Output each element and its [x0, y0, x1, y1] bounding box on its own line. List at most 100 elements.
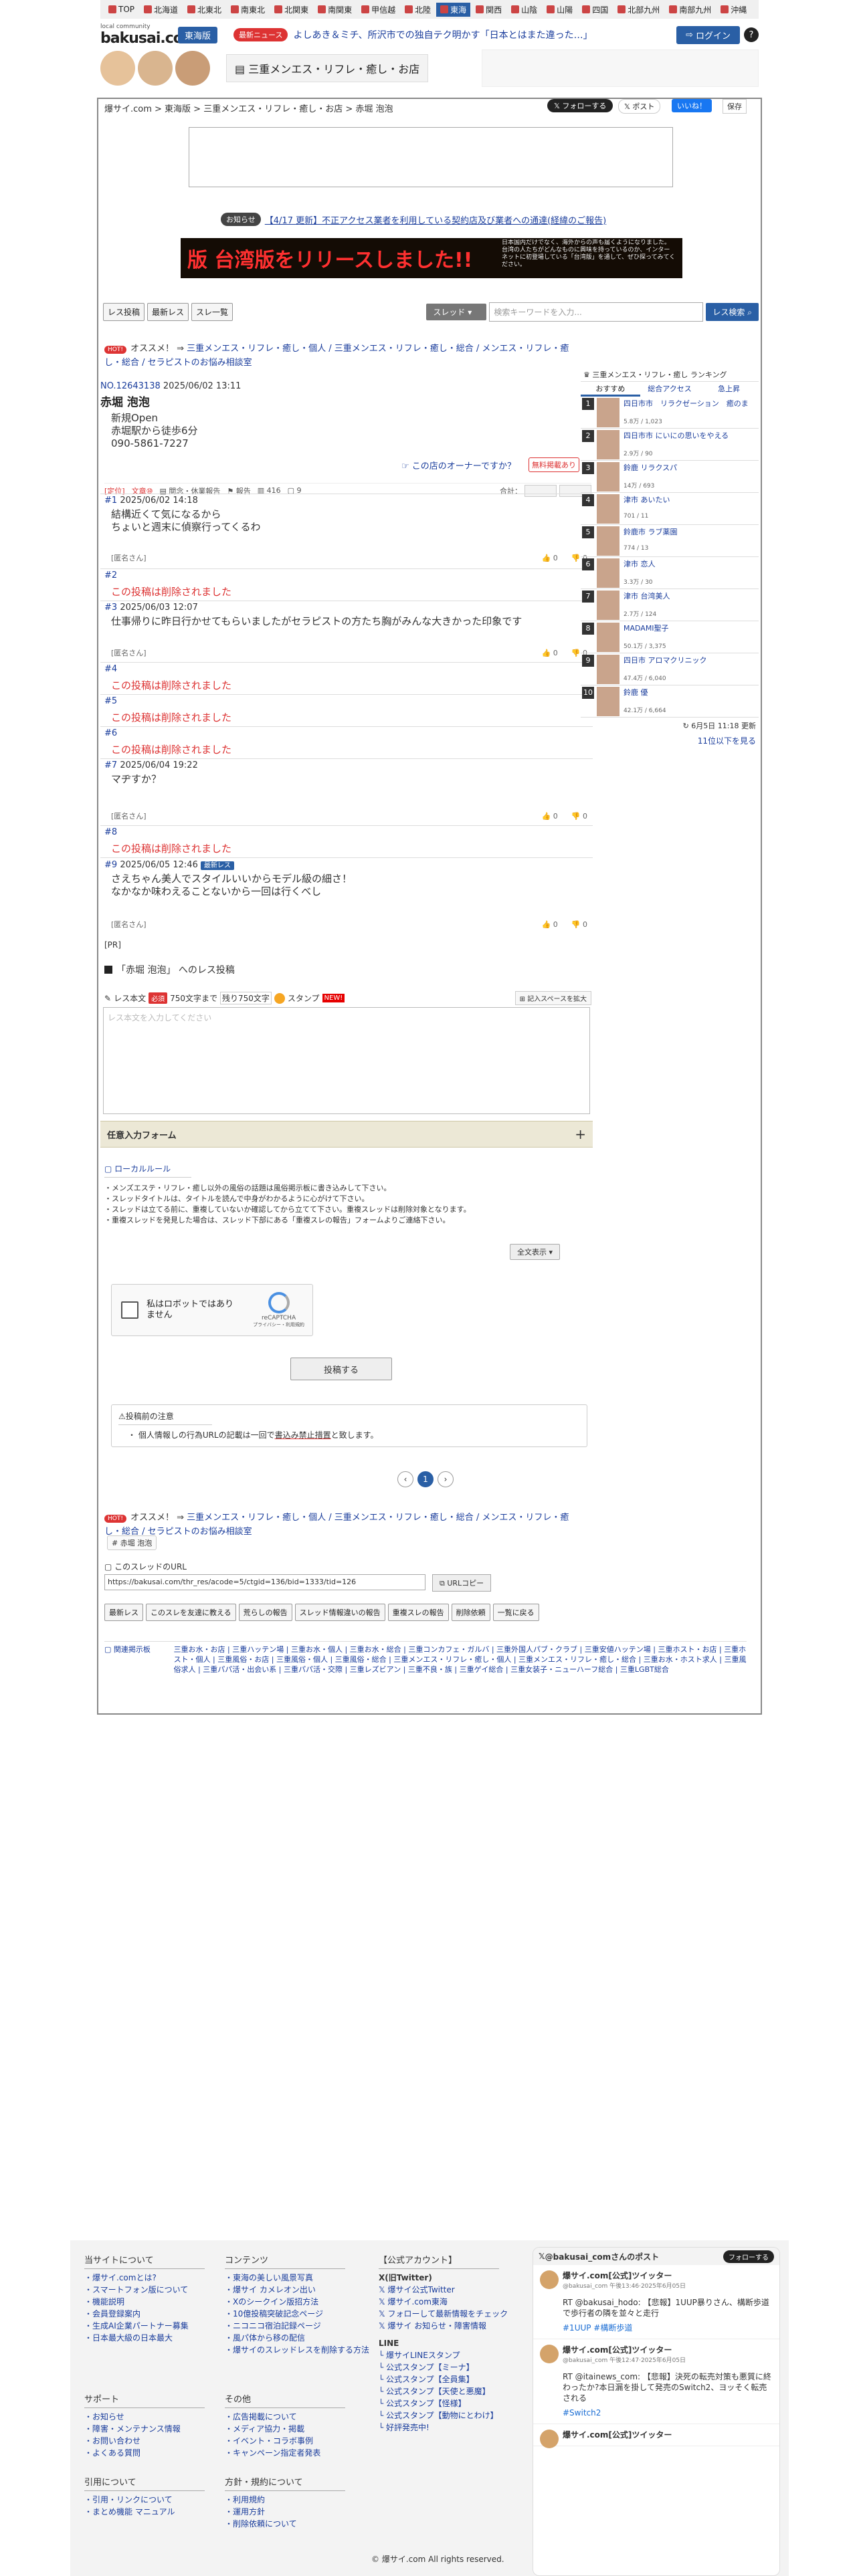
region-link-13[interactable]: 北部九州	[613, 3, 664, 17]
facebook-like-button[interactable]: いいね！	[672, 99, 712, 112]
news-link[interactable]: よしあき＆ミチ、所沢市での独自テク明かす「日本とはまた違った…」	[293, 28, 668, 41]
ranking-item[interactable]: 3 鈴鹿 リラクスパ 14万 / 693	[581, 461, 759, 493]
report-duplicate-button[interactable]: 重複スレの報告	[387, 1604, 449, 1621]
footer-link[interactable]: ・よくある質問	[84, 2447, 205, 2459]
ranking-item[interactable]: 4 津市 あいたい 701 / 11	[581, 493, 759, 525]
tweet-author[interactable]: 爆サイ.com[公式]ツイッター	[540, 2270, 773, 2281]
thumbs-up-button[interactable]: 👍 0	[542, 920, 558, 929]
ranking-item[interactable]: 8 MADAMI聖子 50.1万 / 3,375	[581, 621, 759, 653]
prev-page-button[interactable]: ‹	[397, 1471, 413, 1487]
region-link-0[interactable]: TOP	[104, 3, 138, 15]
footer-link[interactable]: ・爆サイのスレッドレスを削除する方法	[225, 2344, 369, 2356]
next-page-button[interactable]: ›	[438, 1471, 454, 1487]
tweet-hashtags[interactable]: #Switch2	[540, 2403, 773, 2418]
local-rules-title[interactable]: ▢ ローカルルール	[104, 1164, 191, 1178]
show-all-button[interactable]: 全文表示 ▾	[510, 1244, 561, 1260]
rank-title[interactable]: 四日市市 にいにの思いをやえる	[624, 430, 756, 441]
report-troll-button[interactable]: 荒らしの報告	[238, 1604, 292, 1621]
post-number[interactable]: #5	[104, 696, 117, 706]
optional-form-toggle[interactable]: 任意入力フォーム +	[100, 1121, 593, 1148]
thumbs-up-button[interactable]: 👍 0	[542, 812, 558, 821]
search-button[interactable]: レス検索 ⌕	[706, 302, 759, 321]
region-link-11[interactable]: 山陽	[543, 3, 577, 17]
post-number[interactable]: #1	[104, 496, 117, 506]
ranking-item[interactable]: 1 四日市市 リラクゼーション 癒のま 5.8万 / 1,023	[581, 397, 759, 429]
search-scope-select[interactable]: スレッド ▾	[426, 303, 487, 320]
taiwan-banner[interactable]: 版 台湾版をリリースしました!! 日本国内だけでなく、海外からの声も届くようにな…	[181, 238, 682, 278]
url-copy-button[interactable]: ⧉ URLコピー	[432, 1574, 492, 1592]
recaptcha-checkbox[interactable]	[121, 1301, 138, 1319]
footer-link[interactable]: ・キャンペーン指定者発表	[225, 2447, 345, 2459]
owner-question-link[interactable]: ☞ この店のオーナーですか？	[401, 459, 516, 471]
post-number[interactable]: #2	[104, 570, 117, 580]
footer-link[interactable]: └ 公式スタンプ【動物にとわけ】	[379, 2409, 512, 2422]
footer-link[interactable]: 𝕏 爆サイ お知らせ・障害情報	[379, 2320, 512, 2332]
region-link-14[interactable]: 南部九州	[665, 3, 715, 17]
region-link-4[interactable]: 北関東	[270, 3, 312, 17]
free-listing-badge[interactable]: 無料掲載あり	[529, 457, 579, 472]
area-button[interactable]: 東海版	[178, 26, 218, 43]
tab-total-access[interactable]: 総合アクセス	[640, 382, 700, 397]
thumbs-down-button[interactable]: 👎 0	[571, 920, 587, 929]
rank-title[interactable]: 津市 あいたい	[624, 494, 756, 505]
footer-link[interactable]: ・東海の美しい風景写真	[225, 2272, 369, 2284]
tweet-hashtags[interactable]: #1UUP #構断歩道	[540, 2319, 773, 2333]
post-number[interactable]: #4	[104, 664, 117, 674]
rank-title[interactable]: 津市 恋人	[624, 558, 756, 569]
footer-link[interactable]: ・引用・リンクについて	[84, 2494, 205, 2506]
delete-request-button[interactable]: 削除依頼	[451, 1604, 490, 1621]
region-link-12[interactable]: 四国	[578, 3, 612, 17]
ranking-item[interactable]: 2 四日市市 にいにの思いをやえる 2.9万 / 90	[581, 429, 759, 461]
notice-link[interactable]: 【4/17 更新】不正アクセス業者を利用している契約店及び業者への通達(経緯のご…	[265, 213, 606, 226]
region-link-10[interactable]: 山陰	[507, 3, 541, 17]
post-number[interactable]: #6	[104, 728, 117, 738]
footer-link[interactable]: 𝕏 爆サイ.com東海	[379, 2296, 512, 2308]
footer-link[interactable]: ・広告掲載について	[225, 2411, 345, 2423]
twitter-follow-button[interactable]: フォローする	[723, 2250, 774, 2263]
login-button[interactable]: ⇨ ログイン	[676, 25, 740, 44]
tweet-author[interactable]: 爆サイ.com[公式]ツイッター	[540, 2430, 773, 2440]
rank-title[interactable]: 鈴鹿 優	[624, 687, 756, 697]
post-reply-button[interactable]: レス投稿	[103, 302, 145, 321]
tab-recommended[interactable]: おすすめ	[581, 382, 640, 397]
share-thread-button[interactable]: このスレを友達に教える	[146, 1604, 236, 1621]
region-link-6[interactable]: 甲信越	[357, 3, 399, 17]
rank-title[interactable]: 四日市市 リラクゼーション 癒のま	[624, 398, 756, 409]
region-link-7[interactable]: 北陸	[401, 3, 435, 17]
footer-link[interactable]: ・お知らせ	[84, 2411, 205, 2423]
ranking-item[interactable]: 10 鈴鹿 優 42.1万 / 6,664	[581, 685, 759, 718]
expand-textarea-button[interactable]: ⊞ 記入スペースを拡大	[514, 991, 591, 1005]
rank-title[interactable]: 鈴鹿 リラクスパ	[624, 462, 756, 473]
footer-link[interactable]: ・生成AI企業パートナー募集	[84, 2320, 205, 2332]
footer-link[interactable]: └ 公式スタンプ【天使と悪魔】	[379, 2385, 512, 2397]
recommend-links-bottom[interactable]: HOT! オススメ！ ⇒ 三重メンエス・リフレ・癒し・個人 / 三重メンエス・リフ…	[104, 1511, 586, 1539]
tab-rising[interactable]: 急上昇	[699, 382, 759, 397]
footer-link[interactable]: ・削除依頼について	[225, 2518, 345, 2530]
tweet-author[interactable]: 爆サイ.com[公式]ツイッター	[540, 2345, 773, 2355]
report-info-button[interactable]: スレッド情報違いの報告	[294, 1604, 385, 1621]
footer-link[interactable]: ・Xのシークイン版招方法	[225, 2296, 369, 2308]
reply-textarea[interactable]: レス本文を入力してください	[103, 1007, 590, 1114]
footer-link[interactable]: ・機能説明	[84, 2296, 205, 2308]
footer-link[interactable]: └ 公式スタンプ【全員集】	[379, 2373, 512, 2385]
footer-link[interactable]: ・運用方針	[225, 2506, 345, 2518]
footer-link[interactable]: ・爆サイ.comとは?	[84, 2272, 205, 2284]
x-follow-button[interactable]: 𝕏 フォローする	[547, 99, 613, 112]
footer-link[interactable]: 𝕏 フォローして最新情報をチェック	[379, 2308, 512, 2320]
footer-link[interactable]: ・イベント・コラボ事例	[225, 2435, 345, 2447]
save-button[interactable]: 保存	[723, 99, 747, 114]
logo[interactable]: local community bakusai.com	[100, 23, 198, 47]
stamp-icon[interactable]	[274, 992, 285, 1004]
footer-link[interactable]: ・日本最大級の日本最大	[84, 2332, 205, 2344]
post-number[interactable]: #9	[104, 860, 117, 870]
footer-link[interactable]: └ 好評発売中!	[379, 2422, 512, 2434]
footer-link[interactable]: ・10億投稿突破記念ページ	[225, 2308, 369, 2320]
footer-link[interactable]: ・障害・メンテナンス情報	[84, 2423, 205, 2435]
rank-title[interactable]: 四日市 アロマクリニック	[624, 655, 756, 665]
footer-link[interactable]: ・まとめ機能 マニュアル	[84, 2506, 205, 2518]
page-1-button[interactable]: 1	[417, 1471, 434, 1487]
search-input[interactable]: 検索キーワードを入力...	[489, 302, 704, 322]
region-link-3[interactable]: 南東北	[227, 3, 269, 17]
ranking-item[interactable]: 6 津市 恋人 3.3万 / 30	[581, 557, 759, 589]
footer-link[interactable]: ・お問い合わせ	[84, 2435, 205, 2447]
